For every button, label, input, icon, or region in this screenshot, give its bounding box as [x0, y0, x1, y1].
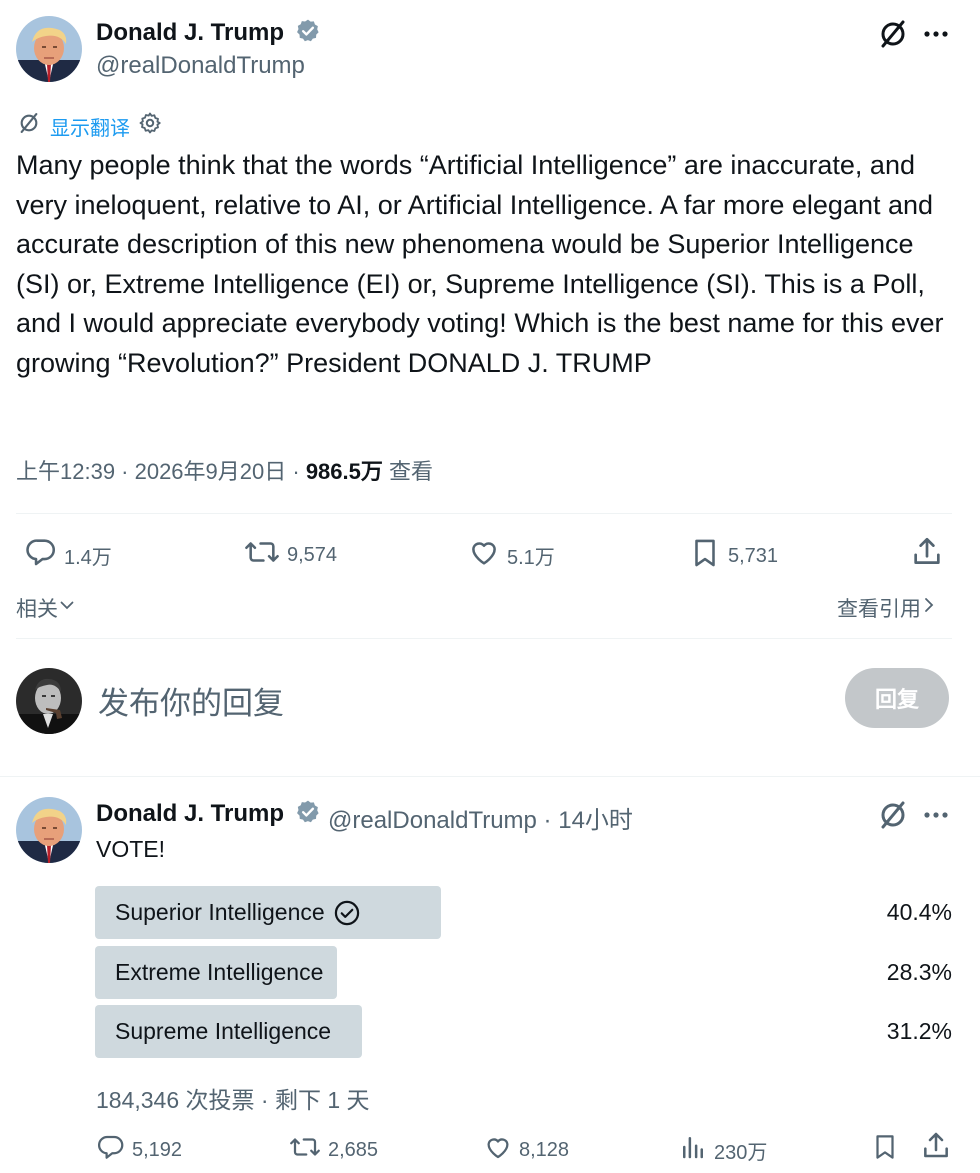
poll-option-text: Supreme Intelligence — [115, 1018, 332, 1044]
bookmark-count: 5,731 — [728, 544, 779, 567]
like-count: 5.1万 — [507, 546, 555, 569]
repost-icon — [288, 1132, 322, 1168]
view-quotes-link[interactable]: 查看引用 — [837, 593, 937, 623]
poll-option-text: Superior Intelligence — [115, 899, 325, 925]
chevron-right-icon — [921, 595, 937, 621]
bookmark-icon — [688, 535, 722, 577]
divider — [16, 513, 952, 514]
grok-icon[interactable] — [874, 797, 912, 833]
share-icon — [920, 1130, 952, 1168]
poll-option-label: Extreme Intelligence — [115, 946, 323, 999]
repost-count: 9,574 — [287, 543, 338, 566]
show-translation-link[interactable]: 显示翻译 — [50, 112, 130, 141]
grok-icon[interactable] — [874, 16, 912, 52]
verified-badge-icon — [295, 799, 321, 832]
tweet-meta: 上午12:39 · 2026年9月20日 · 986.5万 查看 — [16, 454, 433, 486]
reply-icon — [24, 535, 58, 575]
poll-option-text: Extreme Intelligence — [115, 959, 324, 985]
reply-author-name[interactable]: Donald J. Trump — [96, 799, 321, 832]
like-icon — [467, 535, 501, 575]
poll-option-label: Supreme Intelligence — [115, 1005, 331, 1058]
like-button[interactable]: 8,128 — [483, 1132, 569, 1168]
tweet-timestamp[interactable]: 上午12:39 · 2026年9月20日 · — [16, 459, 306, 484]
author-avatar[interactable] — [16, 16, 82, 82]
checkmark-circle-icon — [333, 899, 361, 927]
poll-option: Superior Intelligence 40.4% — [95, 886, 952, 939]
translate-row: 显示翻译 — [16, 112, 162, 140]
repost-button[interactable]: 2,685 — [288, 1132, 378, 1168]
views-icon — [678, 1132, 708, 1168]
reply-button[interactable]: 5,192 — [96, 1132, 182, 1168]
reply-author-avatar[interactable] — [16, 797, 82, 863]
repost-count: 2,685 — [328, 1138, 379, 1161]
views-count: 230万 — [714, 1141, 768, 1164]
like-button[interactable]: 5.1万 — [467, 535, 555, 575]
poll-option-percent: 40.4% — [886, 899, 952, 925]
bookmark-icon — [870, 1130, 900, 1170]
share-button[interactable] — [910, 535, 944, 575]
related-label: 相关 — [16, 598, 58, 621]
poll-option-label: Superior Intelligence — [115, 886, 361, 939]
views-button[interactable]: 230万 — [678, 1132, 767, 1168]
reply-button[interactable]: 1.4万 — [24, 535, 112, 575]
author-name-text: Donald J. Trump — [96, 19, 285, 46]
view-count: 986.5万 — [305, 459, 383, 484]
reply-timestamp[interactable]: · 14小时 — [537, 807, 633, 834]
quotes-label: 查看引用 — [837, 598, 921, 621]
divider — [16, 638, 952, 639]
chevron-down-icon — [58, 596, 76, 620]
reply-icon — [96, 1132, 126, 1168]
poll-option-percent: 31.2% — [886, 1018, 952, 1044]
reply-author-handle[interactable]: @realDonaldTrump — [328, 807, 537, 834]
poll-option-percent: 28.3% — [886, 959, 952, 985]
poll-option: Extreme Intelligence 28.3% — [95, 946, 952, 999]
divider — [0, 776, 980, 777]
tweet-text: Many people think that the words “Artifi… — [16, 150, 944, 378]
views-label: 查看 — [382, 459, 433, 484]
like-icon — [483, 1132, 513, 1168]
author-name[interactable]: Donald J. Trump — [96, 18, 321, 51]
poll-option: Supreme Intelligence 31.2% — [95, 1005, 952, 1058]
gear-icon[interactable] — [138, 111, 162, 141]
reply-author-handle-row: @realDonaldTrump · 14小时 — [328, 800, 633, 835]
reply-count: 5,192 — [132, 1138, 183, 1161]
user-avatar[interactable] — [16, 668, 82, 734]
share-icon — [910, 535, 944, 575]
author-handle[interactable]: @realDonaldTrump — [96, 52, 305, 80]
reply-count: 1.4万 — [64, 546, 112, 569]
more-icon[interactable] — [918, 20, 954, 48]
bookmark-button[interactable]: 5,731 — [688, 535, 778, 577]
like-count: 8,128 — [519, 1138, 570, 1161]
reply-submit-button[interactable]: 回复 — [845, 668, 949, 728]
reply-input[interactable]: 发布你的回复 — [98, 678, 284, 723]
repost-button[interactable]: 9,574 — [243, 535, 337, 575]
related-dropdown[interactable]: 相关 — [16, 593, 76, 623]
translate-icon — [16, 110, 42, 142]
poll-summary: 184,346 次投票 · 剩下 1 天 — [96, 1087, 370, 1113]
repost-icon — [243, 535, 281, 575]
reply-author-name-text: Donald J. Trump — [96, 800, 285, 827]
bookmark-button[interactable] — [870, 1130, 900, 1170]
more-icon[interactable] — [918, 801, 954, 829]
reply-text: VOTE! — [96, 836, 166, 862]
verified-badge-icon — [295, 18, 321, 51]
share-button[interactable] — [920, 1130, 952, 1168]
